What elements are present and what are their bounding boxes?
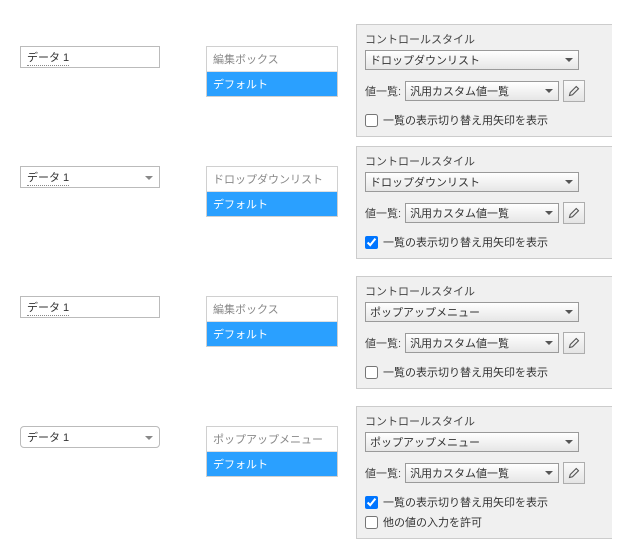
- allow-other-label: 他の値の入力を許可: [383, 514, 482, 530]
- control-style-label: コントロールスタイル: [365, 153, 604, 169]
- show-arrow-checkbox-row[interactable]: 一覧の表示切り替え用矢印を表示: [365, 494, 604, 510]
- inspector-panel: コントロールスタイル ポップアップメニュー 値一覧: 汎用カスタム値一覧 一覧の…: [356, 276, 612, 389]
- edit-value-list-button[interactable]: [563, 462, 585, 484]
- style-list[interactable]: ポップアップメニュー デフォルト: [206, 426, 338, 477]
- style-list-header: 編集ボックス: [207, 297, 337, 322]
- show-arrow-checkbox-row[interactable]: 一覧の表示切り替え用矢印を表示: [365, 364, 604, 380]
- field-text: データ 1: [27, 169, 69, 186]
- show-arrow-label: 一覧の表示切り替え用矢印を表示: [383, 364, 548, 380]
- control-style-dropdown[interactable]: ドロップダウンリスト: [365, 50, 579, 70]
- style-list[interactable]: 編集ボックス デフォルト: [206, 46, 338, 97]
- value-list-label: 値一覧:: [365, 335, 401, 351]
- show-arrow-label: 一覧の表示切り替え用矢印を表示: [383, 112, 548, 128]
- value-list-dropdown[interactable]: 汎用カスタム値一覧: [405, 81, 559, 101]
- show-arrow-checkbox-row[interactable]: 一覧の表示切り替え用矢印を表示: [365, 112, 604, 128]
- inspector-panel: コントロールスタイル ポップアップメニュー 値一覧: 汎用カスタム値一覧 一覧の…: [356, 406, 612, 539]
- style-list-selected[interactable]: デフォルト: [207, 72, 337, 96]
- value-list-label: 値一覧:: [365, 465, 401, 481]
- inspector-panel: コントロールスタイル ドロップダウンリスト 値一覧: 汎用カスタム値一覧 一覧の…: [356, 146, 612, 259]
- field-sample[interactable]: データ 1: [20, 296, 160, 318]
- show-arrow-label: 一覧の表示切り替え用矢印を表示: [383, 234, 548, 250]
- style-list-header: ポップアップメニュー: [207, 427, 337, 452]
- allow-other-checkbox-row[interactable]: 他の値の入力を許可: [365, 514, 604, 530]
- style-list-selected[interactable]: デフォルト: [207, 452, 337, 476]
- control-style-label: コントロールスタイル: [365, 413, 604, 429]
- value-list-label: 値一覧:: [365, 83, 401, 99]
- field-text: データ 1: [27, 49, 69, 66]
- show-arrow-checkbox[interactable]: [365, 236, 378, 249]
- control-style-label: コントロールスタイル: [365, 31, 604, 47]
- inspector-panel: コントロールスタイル ドロップダウンリスト 値一覧: 汎用カスタム値一覧 一覧の…: [356, 24, 612, 137]
- edit-value-list-button[interactable]: [563, 202, 585, 224]
- style-list-selected[interactable]: デフォルト: [207, 192, 337, 216]
- show-arrow-checkbox[interactable]: [365, 114, 378, 127]
- value-list-dropdown[interactable]: 汎用カスタム値一覧: [405, 203, 559, 223]
- pencil-icon: [568, 337, 580, 349]
- style-list-header: ドロップダウンリスト: [207, 167, 337, 192]
- value-list-dropdown[interactable]: 汎用カスタム値一覧: [405, 333, 559, 353]
- pencil-icon: [568, 207, 580, 219]
- field-sample[interactable]: データ 1: [20, 166, 160, 188]
- show-arrow-checkbox[interactable]: [365, 496, 378, 509]
- show-arrow-label: 一覧の表示切り替え用矢印を表示: [383, 494, 548, 510]
- style-list-selected[interactable]: デフォルト: [207, 322, 337, 346]
- style-list[interactable]: 編集ボックス デフォルト: [206, 296, 338, 347]
- allow-other-checkbox[interactable]: [365, 516, 378, 529]
- field-sample[interactable]: データ 1: [20, 426, 160, 448]
- control-style-dropdown[interactable]: ドロップダウンリスト: [365, 172, 579, 192]
- field-text: データ 1: [27, 429, 69, 445]
- field-text: データ 1: [27, 299, 69, 316]
- value-list-dropdown[interactable]: 汎用カスタム値一覧: [405, 463, 559, 483]
- show-arrow-checkbox-row[interactable]: 一覧の表示切り替え用矢印を表示: [365, 234, 604, 250]
- style-list-header: 編集ボックス: [207, 47, 337, 72]
- pencil-icon: [568, 85, 580, 97]
- style-list[interactable]: ドロップダウンリスト デフォルト: [206, 166, 338, 217]
- control-style-dropdown[interactable]: ポップアップメニュー: [365, 302, 579, 322]
- edit-value-list-button[interactable]: [563, 332, 585, 354]
- control-style-label: コントロールスタイル: [365, 283, 604, 299]
- field-sample[interactable]: データ 1: [20, 46, 160, 68]
- pencil-icon: [568, 467, 580, 479]
- edit-value-list-button[interactable]: [563, 80, 585, 102]
- show-arrow-checkbox[interactable]: [365, 366, 378, 379]
- control-style-dropdown[interactable]: ポップアップメニュー: [365, 432, 579, 452]
- value-list-label: 値一覧:: [365, 205, 401, 221]
